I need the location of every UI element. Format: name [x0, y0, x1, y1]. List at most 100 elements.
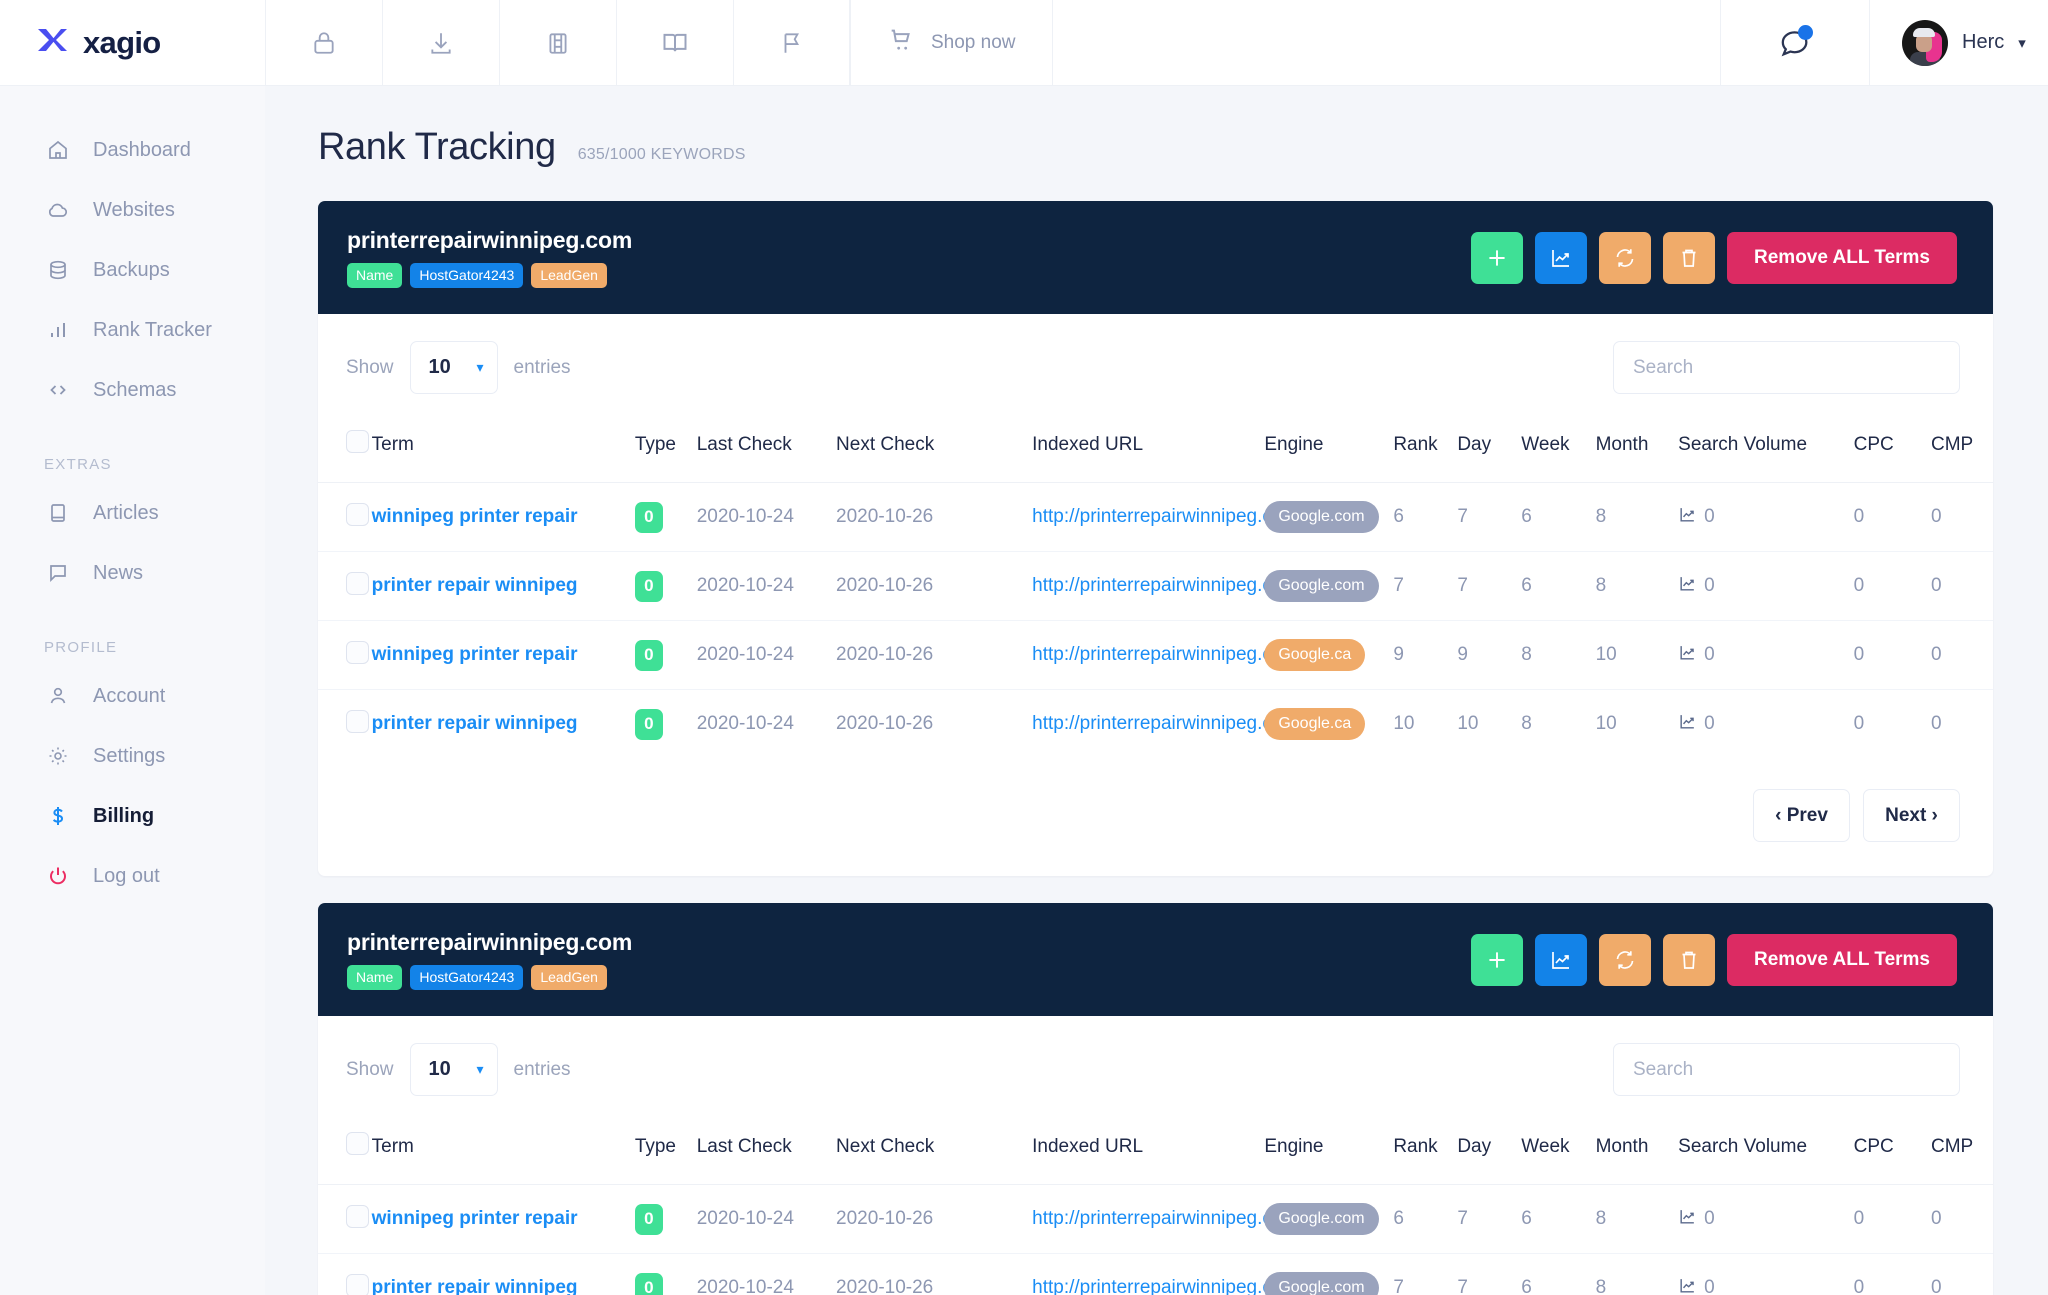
delete-button[interactable] — [1663, 933, 1716, 986]
column-header-week[interactable]: Week — [1521, 418, 1596, 483]
row-checkbox[interactable] — [346, 709, 369, 733]
engine-badge: Google.com — [1264, 570, 1379, 602]
book-icon[interactable] — [616, 0, 733, 85]
cell-type: 0 — [634, 690, 697, 759]
shop-now-button[interactable]: Shop now — [850, 0, 1053, 85]
sidebar-item-websites[interactable]: Websites — [0, 180, 265, 240]
add-term-button[interactable] — [1471, 933, 1524, 986]
add-term-button[interactable] — [1471, 231, 1524, 284]
sidebar-item-schemas[interactable]: Schemas — [0, 360, 265, 420]
column-header-indexed-url[interactable]: Indexed URL — [1032, 1120, 1265, 1185]
select-all-checkbox[interactable] — [346, 430, 369, 453]
sidebar-item-rank-tracker[interactable]: Rank Tracker — [0, 300, 265, 360]
indexed-url-link[interactable]: http://printerrepairwinnipeg.com — [1032, 713, 1298, 734]
term-link[interactable]: printer repair winnipeg — [372, 575, 578, 596]
column-header-rank[interactable]: Rank — [1393, 418, 1458, 483]
search-input[interactable] — [1613, 341, 1960, 394]
column-header-type[interactable]: Type — [634, 1120, 697, 1185]
column-header-cmp[interactable]: CMP — [1930, 418, 1993, 483]
remove-all-terms-button[interactable]: Remove ALL Terms — [1727, 231, 1957, 284]
search-volume-value: 0 — [1704, 1277, 1715, 1295]
column-header-search-volume[interactable]: Search Volume — [1678, 418, 1854, 483]
indexed-url-link[interactable]: http://printerrepairwinnipeg.com — [1032, 575, 1298, 596]
table-row: winnipeg printer repair 0 2020-10-24 2020-1… — [318, 1184, 1993, 1254]
table-row: winnipeg printer repair 0 2020-10-24 2020-1… — [318, 620, 1993, 690]
remove-all-terms-button[interactable]: Remove ALL Terms — [1727, 933, 1957, 986]
site-name: printerrepairwinnipeg.com — [347, 227, 633, 253]
row-checkbox[interactable] — [346, 1273, 369, 1295]
sidebar-item-news[interactable]: News — [0, 543, 265, 603]
column-header-term[interactable]: Term — [371, 1120, 635, 1185]
row-checkbox[interactable] — [346, 502, 369, 526]
indexed-url-link[interactable]: http://printerrepairwinnipeg.com — [1032, 506, 1298, 527]
column-header-type[interactable]: Type — [634, 418, 697, 483]
trend-chart-icon[interactable] — [1678, 1207, 1697, 1232]
column-header-engine[interactable]: Engine — [1264, 418, 1394, 483]
search-input[interactable] — [1613, 1043, 1960, 1096]
column-header-next-check[interactable]: Next Check — [836, 1120, 1033, 1185]
column-header-month[interactable]: Month — [1595, 1120, 1679, 1185]
flag-icon[interactable] — [733, 0, 850, 85]
trend-chart-icon[interactable] — [1678, 643, 1697, 668]
cloud-icon — [44, 198, 72, 222]
delete-button[interactable] — [1663, 231, 1716, 284]
trend-chart-icon[interactable] — [1678, 505, 1697, 530]
sidebar-item-settings[interactable]: Settings — [0, 726, 265, 786]
column-header-cpc[interactable]: CPC — [1853, 418, 1931, 483]
column-header-cmp[interactable]: CMP — [1930, 1120, 1993, 1185]
engine-badge: Google.ca — [1264, 708, 1366, 740]
sidebar-item-logout[interactable]: Log out — [0, 846, 265, 906]
column-header-indexed-url[interactable]: Indexed URL — [1032, 418, 1265, 483]
user-menu[interactable]: Herc ▾ — [1870, 0, 2048, 85]
cell-week: 6 — [1521, 1184, 1596, 1254]
chat-button[interactable] — [1720, 0, 1870, 85]
column-header-month[interactable]: Month — [1595, 418, 1679, 483]
column-header-day[interactable]: Day — [1457, 1120, 1522, 1185]
trend-chart-icon[interactable] — [1678, 712, 1697, 737]
refresh-button[interactable] — [1599, 231, 1652, 284]
column-header-rank[interactable]: Rank — [1393, 1120, 1458, 1185]
term-link[interactable]: winnipeg printer repair — [372, 506, 578, 527]
select-all-checkbox[interactable] — [346, 1132, 369, 1155]
cell-search-volume: 0 — [1678, 1253, 1854, 1295]
next-page-button[interactable]: Next › — [1863, 789, 1960, 842]
view-chart-button[interactable] — [1535, 231, 1588, 284]
prev-page-button[interactable]: ‹ Prev — [1753, 789, 1850, 842]
download-icon[interactable] — [382, 0, 499, 85]
column-header-next-check[interactable]: Next Check — [836, 418, 1033, 483]
lock-icon[interactable] — [265, 0, 382, 85]
row-checkbox[interactable] — [346, 1204, 369, 1228]
row-checkbox[interactable] — [346, 640, 369, 664]
cell-week: 8 — [1521, 713, 1532, 734]
column-header-cpc[interactable]: CPC — [1853, 1120, 1931, 1185]
trend-chart-icon[interactable] — [1678, 574, 1697, 599]
column-header-engine[interactable]: Engine — [1264, 1120, 1394, 1185]
term-link[interactable]: winnipeg printer repair — [372, 1208, 578, 1229]
term-link[interactable]: printer repair winnipeg — [372, 713, 578, 734]
page-size-select[interactable]: 10 ▾ — [409, 1043, 498, 1096]
term-link[interactable]: printer repair winnipeg — [372, 1277, 578, 1295]
sidebar-item-backups[interactable]: Backups — [0, 240, 265, 300]
column-header-last-check[interactable]: Last Check — [696, 1120, 837, 1185]
column-header-day[interactable]: Day — [1457, 418, 1522, 483]
column-header-term[interactable]: Term — [371, 418, 635, 483]
refresh-button[interactable] — [1599, 933, 1652, 986]
sidebar-item-billing[interactable]: Billing — [0, 786, 265, 846]
term-link[interactable]: winnipeg printer repair — [372, 644, 578, 665]
film-icon[interactable] — [499, 0, 616, 85]
column-header-week[interactable]: Week — [1521, 1120, 1596, 1185]
indexed-url-link[interactable]: http://printerrepairwinnipeg.com — [1032, 644, 1298, 665]
indexed-url-link[interactable]: http://printerrepairwinnipeg.com — [1032, 1277, 1298, 1295]
page-size-select[interactable]: 10 ▾ — [409, 341, 498, 394]
sidebar-item-dashboard[interactable]: Dashboard — [0, 120, 265, 180]
brand-logo[interactable]: xagio — [0, 0, 265, 85]
sidebar-item-account[interactable]: Account — [0, 666, 265, 726]
column-header-search-volume[interactable]: Search Volume — [1678, 1120, 1854, 1185]
sidebar-item-articles[interactable]: Articles — [0, 483, 265, 543]
column-header-last-check[interactable]: Last Check — [696, 418, 837, 483]
indexed-url-link[interactable]: http://printerrepairwinnipeg.com — [1032, 1208, 1298, 1229]
row-checkbox[interactable] — [346, 571, 369, 595]
trend-chart-icon[interactable] — [1678, 1276, 1697, 1295]
view-chart-button[interactable] — [1535, 933, 1588, 986]
